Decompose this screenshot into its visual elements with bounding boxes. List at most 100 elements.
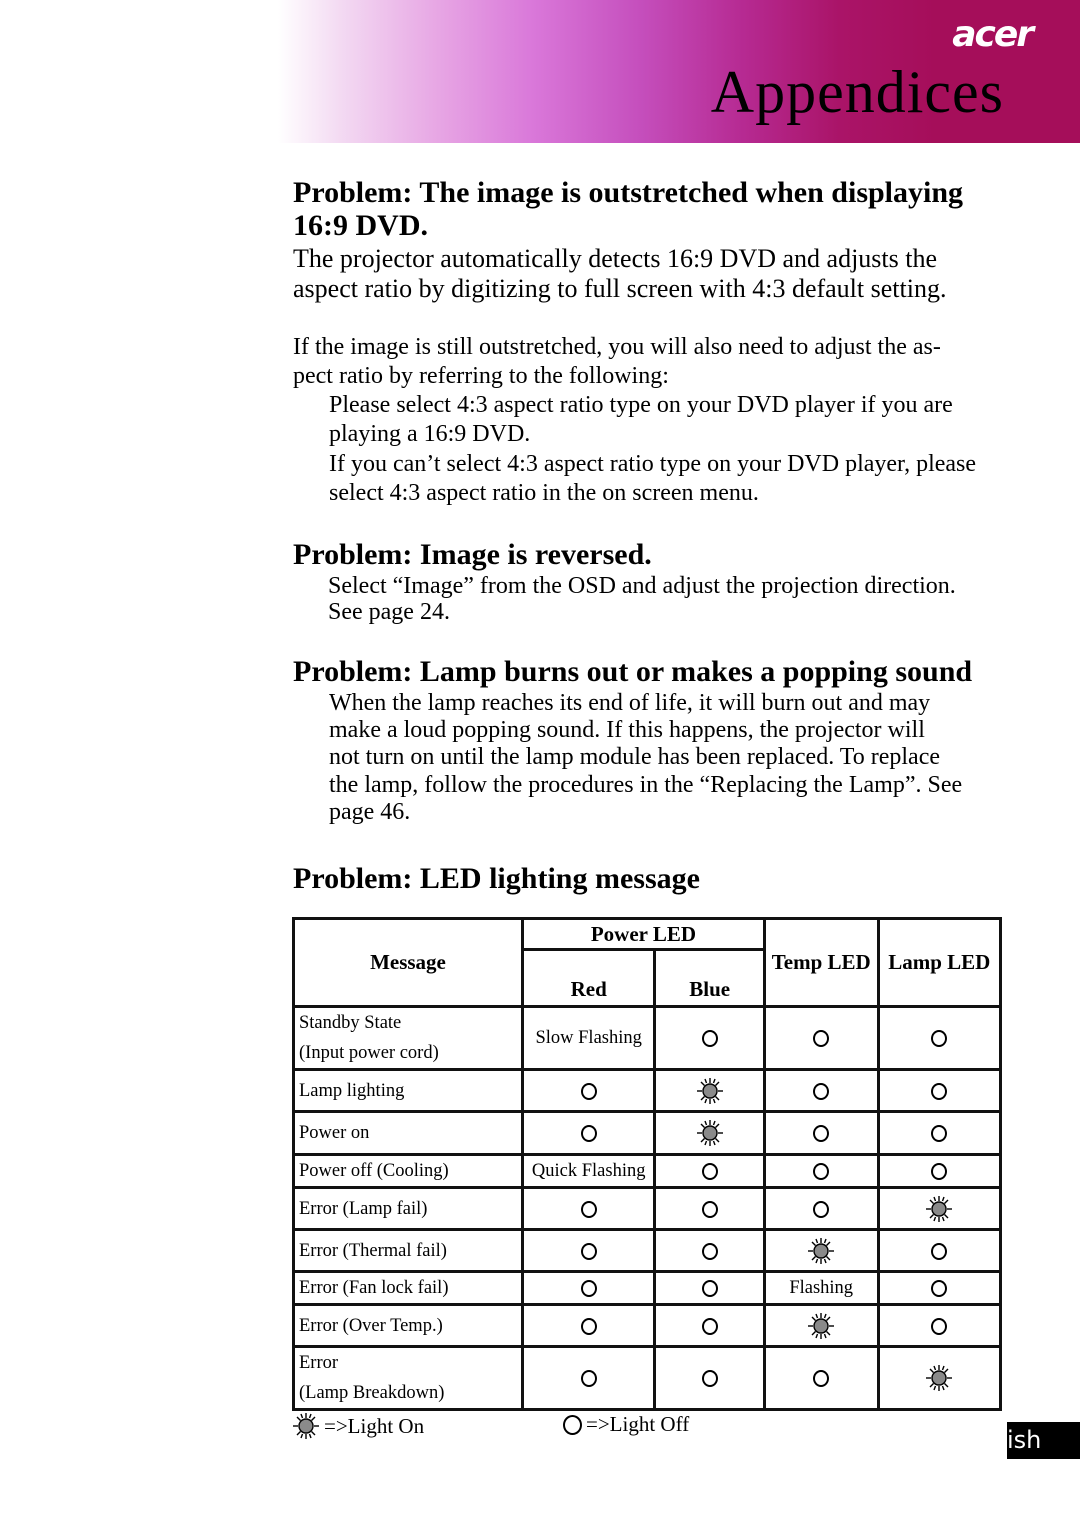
cell-lamp-led bbox=[876, 1068, 1002, 1113]
cell-message: Standby State (Input power cord) bbox=[292, 1005, 524, 1071]
text-line: pect ratio by referring to the following… bbox=[293, 362, 669, 389]
text-line: page 46. bbox=[329, 798, 411, 825]
cell-red-led bbox=[520, 1068, 657, 1113]
table-row: Error (Over Temp.) bbox=[292, 1303, 1002, 1348]
cell-temp-led bbox=[762, 1345, 880, 1411]
page-title: Appendices bbox=[710, 59, 1004, 125]
light-off-icon bbox=[931, 1280, 948, 1298]
light-off-icon bbox=[813, 1082, 830, 1100]
cell-red-led bbox=[520, 1270, 657, 1306]
light-off-icon bbox=[813, 1030, 830, 1048]
language-tab-label: ish bbox=[1007, 1426, 1042, 1454]
cell-blue-led bbox=[653, 1303, 766, 1348]
text-line: the lamp, follow the procedures in the “… bbox=[329, 771, 963, 798]
legend-light-off: =>Light Off bbox=[563, 1412, 689, 1437]
cell-message: Error (Fan lock fail) bbox=[292, 1270, 524, 1306]
light-off-icon bbox=[931, 1242, 948, 1260]
bullet-item: If you can’t select 4:3 aspect ratio typ… bbox=[329, 450, 976, 507]
led-status-text: Flashing bbox=[789, 1278, 854, 1298]
cell-lamp-led bbox=[876, 1303, 1002, 1348]
cell-temp-led bbox=[762, 1005, 880, 1071]
cell-red-led bbox=[520, 1186, 657, 1231]
message-line: Error (Fan lock fail) bbox=[299, 1278, 449, 1298]
light-off-icon bbox=[931, 1163, 948, 1181]
legend-light-on: =>Light On bbox=[292, 1412, 424, 1440]
cell-temp-led bbox=[762, 1228, 880, 1273]
light-off-icon bbox=[580, 1125, 597, 1143]
section-heading-reversed: Problem: Image is reversed. bbox=[293, 538, 652, 571]
table-row: Lamp lighting bbox=[292, 1068, 1002, 1113]
text-line: If the image is still outstretched, you … bbox=[293, 334, 941, 360]
cell-lamp-led bbox=[876, 1228, 1002, 1273]
header-label: Message bbox=[370, 950, 446, 974]
light-on-icon bbox=[293, 1413, 319, 1439]
cell-lamp-led bbox=[876, 1270, 1002, 1306]
table-body: Standby State (Input power cord) Slow Flas… bbox=[292, 1005, 1002, 1411]
light-off-icon bbox=[701, 1030, 718, 1048]
table-row: Error (Lamp fail) bbox=[292, 1186, 1002, 1231]
message-line: (Lamp Breakdown) bbox=[299, 1383, 445, 1403]
cell-temp-led bbox=[762, 1153, 880, 1189]
light-off-icon bbox=[931, 1317, 948, 1335]
cell-blue-led bbox=[653, 1110, 766, 1156]
header-red: Red bbox=[520, 948, 657, 1008]
heading-line: Problem: The image is outstretched when … bbox=[293, 176, 964, 209]
text-line: aspect ratio by digitizing to full scree… bbox=[293, 274, 947, 303]
message-line: Error bbox=[299, 1353, 339, 1373]
cell-red-led: Slow Flashing bbox=[520, 1005, 657, 1071]
light-on-icon bbox=[926, 1195, 953, 1222]
cell-blue-led bbox=[653, 1068, 766, 1113]
cell-lamp-led bbox=[876, 1153, 1002, 1189]
body-paragraph: Select “Image” from the OSD and adjust t… bbox=[328, 573, 956, 625]
message-line: Error (Lamp fail) bbox=[299, 1198, 428, 1219]
light-off-icon bbox=[931, 1082, 948, 1100]
section-heading-outstretched: Problem: The image is outstretched when … bbox=[293, 176, 963, 242]
light-on-icon bbox=[696, 1077, 723, 1104]
light-off-icon bbox=[813, 1370, 830, 1388]
body-paragraph: If the image is still outstretched, you … bbox=[293, 333, 941, 390]
table-row: Error (Fan lock fail) Flashing bbox=[292, 1270, 1002, 1306]
light-off-icon bbox=[580, 1280, 597, 1298]
light-off-icon bbox=[701, 1317, 718, 1335]
light-off-icon bbox=[701, 1280, 718, 1298]
text-line: See page 24. bbox=[328, 599, 450, 625]
table-row: Standby State (Input power cord) Slow Flas… bbox=[292, 1005, 1002, 1071]
cell-blue-led bbox=[653, 1186, 766, 1231]
cell-blue-led bbox=[653, 1270, 766, 1306]
cell-message: Lamp lighting bbox=[292, 1068, 524, 1113]
text-line: not turn on until the lamp module has be… bbox=[329, 744, 941, 771]
cell-red-led bbox=[520, 1228, 657, 1273]
cell-temp-led bbox=[762, 1110, 880, 1156]
table-header-row: Message Power LED Temp LED Lamp LED bbox=[292, 917, 1002, 1008]
cell-temp-led bbox=[762, 1186, 880, 1231]
led-status-table: Message Power LED Temp LED Lamp LED Red … bbox=[292, 917, 1002, 1411]
led-status-text: Quick Flashing bbox=[531, 1161, 646, 1181]
light-on-icon bbox=[808, 1312, 835, 1339]
cell-temp-led: Flashing bbox=[762, 1270, 880, 1306]
text-line: When the lamp reaches its end of life, i… bbox=[329, 690, 931, 716]
cell-message: Error (Thermal fail) bbox=[292, 1228, 524, 1273]
header-lamp-led: Lamp LED bbox=[876, 917, 1002, 1008]
cell-temp-led bbox=[762, 1303, 880, 1348]
cell-red-led bbox=[520, 1303, 657, 1348]
cell-lamp-led bbox=[876, 1345, 1002, 1411]
light-off-icon bbox=[701, 1200, 718, 1218]
cell-message: Error (Lamp Breakdown) bbox=[292, 1345, 524, 1411]
light-off-icon bbox=[813, 1163, 830, 1181]
light-on-icon bbox=[808, 1237, 835, 1264]
heading-line: 16:9 DVD. bbox=[293, 209, 428, 242]
text-line: The projector automatically detects 16:9… bbox=[293, 244, 938, 273]
cell-blue-led bbox=[653, 1345, 766, 1411]
message-line: Standby State bbox=[299, 1013, 402, 1033]
cell-lamp-led bbox=[876, 1186, 1002, 1231]
light-off-icon bbox=[580, 1242, 597, 1260]
section-heading-lamp: Problem: Lamp burns out or makes a poppi… bbox=[293, 655, 973, 688]
cell-blue-led bbox=[653, 1228, 766, 1273]
led-status-text: Slow Flashing bbox=[535, 1028, 642, 1048]
header-blue: Blue bbox=[653, 948, 766, 1008]
header-banner: acer Appendices bbox=[278, 0, 1080, 143]
body-paragraph: When the lamp reaches its end of life, i… bbox=[329, 690, 962, 826]
message-line: (Input power cord) bbox=[299, 1043, 439, 1063]
language-tab: ish bbox=[1007, 1422, 1080, 1459]
light-off-icon bbox=[580, 1370, 597, 1388]
